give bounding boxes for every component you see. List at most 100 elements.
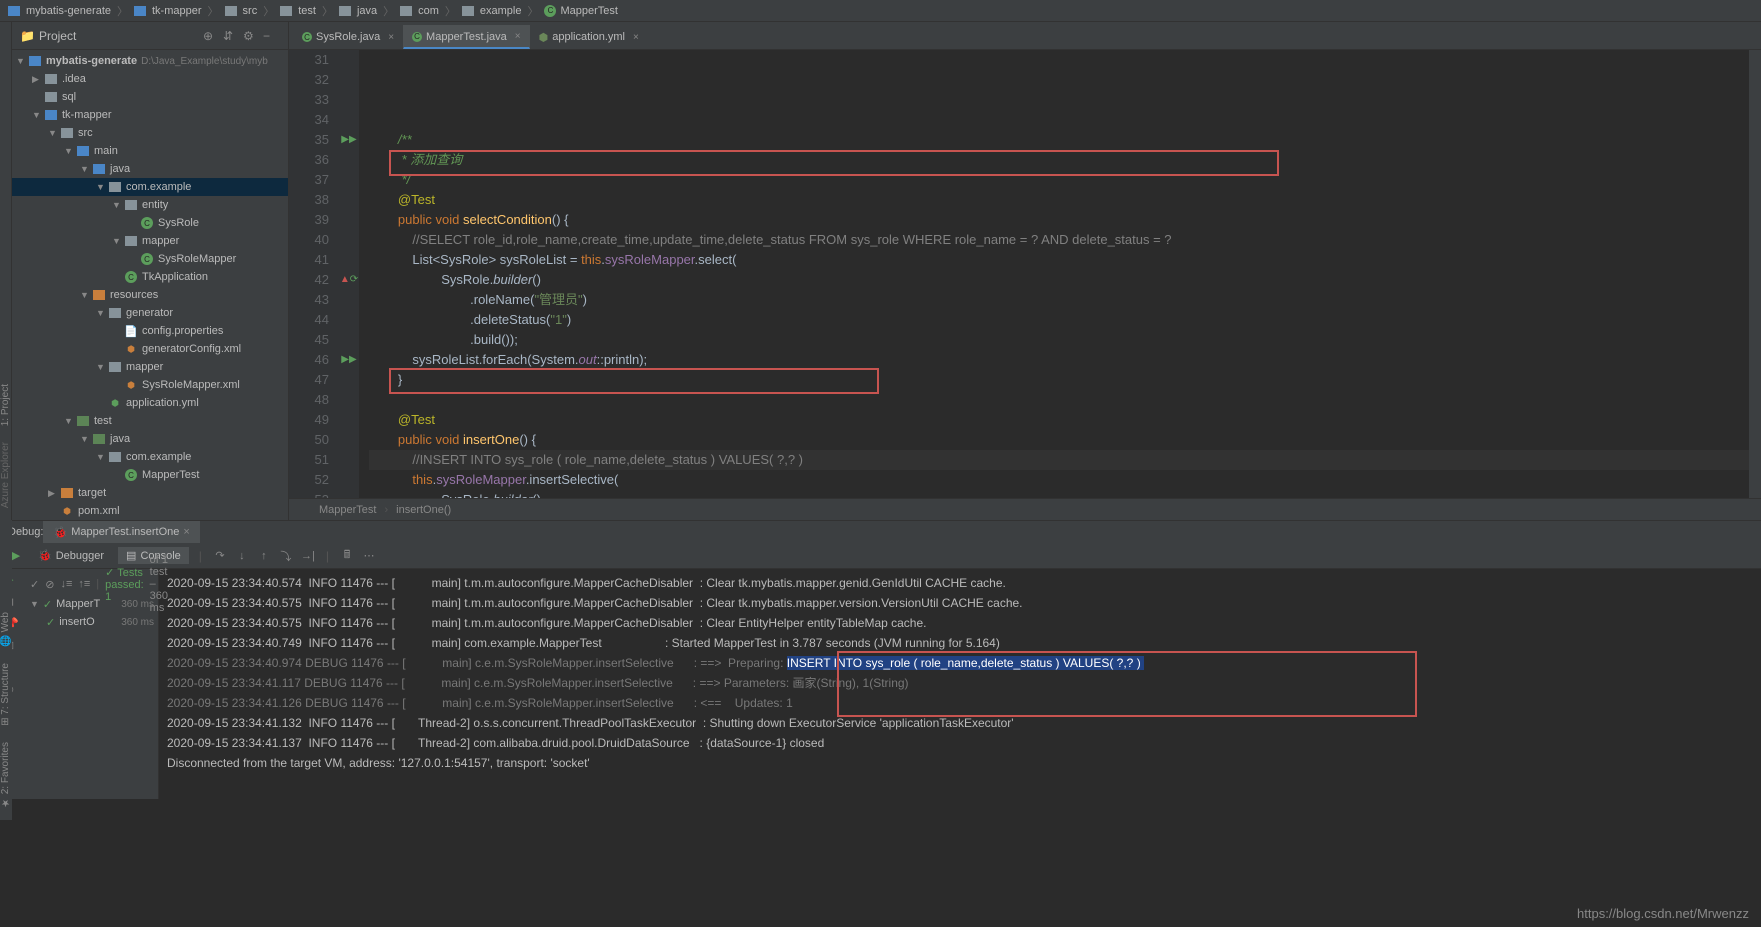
left-tool-tabs[interactable]: 1: Project Azure Explorer (0, 22, 12, 520)
editor-area: CSysRole.java×CMapperTest.java×⬢applicat… (289, 22, 1761, 520)
editor-body[interactable]: 3132333435363738394041424344454647484950… (289, 50, 1761, 498)
tree-item[interactable]: ▶.idea (12, 70, 288, 88)
tree-item[interactable]: ▼java (12, 160, 288, 178)
close-icon[interactable]: × (515, 31, 521, 42)
check-icon[interactable]: ✓ (30, 578, 39, 591)
tree-item[interactable]: ▼src (12, 124, 288, 142)
watermark: https://blog.csdn.net/Mrwenzz (1577, 906, 1749, 921)
step-into-icon[interactable]: ↓ (234, 548, 250, 564)
x-icon[interactable]: ⊘ (45, 578, 54, 591)
tree-item[interactable]: ▼mapper (12, 358, 288, 376)
test-item[interactable]: ✓insertO360 ms (28, 613, 154, 631)
editor-tab[interactable]: CMapperTest.java× (403, 25, 530, 49)
breadcrumb-item[interactable]: com (418, 5, 439, 17)
gear-icon[interactable]: ⚙ (243, 29, 257, 43)
eval-icon[interactable]: 🖩 (339, 548, 355, 564)
code-content[interactable]: /** * 添加查询 */ @Test public void selectCo… (359, 50, 1749, 498)
bug-icon: 🐞 (38, 549, 52, 562)
breadcrumb-item[interactable]: src (243, 5, 258, 17)
project-tool-tab[interactable]: 1: Project (0, 376, 11, 434)
tree-item[interactable]: ▶target (12, 484, 288, 502)
test-item[interactable]: ▼✓MapperT360 ms (28, 595, 154, 613)
tree-item[interactable]: ▼tk-mapper (12, 106, 288, 124)
tree-item[interactable]: ⬢application.yml (12, 394, 288, 412)
breadcrumb-item[interactable]: example (480, 5, 522, 17)
debug-title: Debug: (8, 526, 43, 538)
filter-icon[interactable]: ↓≡ (60, 578, 72, 590)
project-panel: 📁 Project ⊕ ⇵ ⚙ − ▼mybatis-generateD:\Ja… (12, 22, 289, 520)
close-icon[interactable]: × (183, 526, 189, 538)
tree-item[interactable]: 📄config.properties (12, 322, 288, 340)
breadcrumb-method[interactable]: insertOne() (396, 504, 451, 516)
tree-item[interactable]: ⬢SysRoleMapper.xml (12, 376, 288, 394)
favorites-tool-tab[interactable]: ★ 2: Favorites (0, 734, 12, 816)
console-line: 2020-09-15 23:34:40.575 INFO 11476 --- [… (167, 613, 1753, 633)
editor-scrollbar[interactable] (1749, 50, 1761, 498)
debugger-tab[interactable]: 🐞 Debugger (30, 547, 112, 564)
tree-item[interactable]: CSysRole (12, 214, 288, 232)
project-panel-header: 📁 Project ⊕ ⇵ ⚙ − (12, 22, 288, 50)
folder-icon: 📁 (20, 29, 35, 43)
tree-item[interactable]: ▼com.example (12, 178, 288, 196)
tree-item[interactable]: CTkApplication (12, 268, 288, 286)
tree-item[interactable]: ⬢pom.xml (12, 502, 288, 520)
hide-icon[interactable]: − (263, 29, 277, 43)
azure-tool-tab[interactable]: Azure Explorer (0, 434, 11, 516)
tree-item[interactable]: ▼entity (12, 196, 288, 214)
tests-passed-label: ✓ Tests passed: 1 (105, 566, 144, 603)
breadcrumb-item[interactable]: mybatis-generate (26, 5, 111, 17)
console-line: 2020-09-15 23:34:41.137 INFO 11476 --- [… (167, 733, 1753, 753)
breadcrumb-item[interactable]: test (298, 5, 316, 17)
project-tree[interactable]: ▼mybatis-generateD:\Java_Example\study\m… (12, 50, 288, 520)
step-over-icon[interactable]: ↷ (212, 548, 228, 564)
close-icon[interactable]: × (388, 32, 394, 43)
tree-item[interactable]: ▼resources (12, 286, 288, 304)
step-icon[interactable]: ⤵ (278, 548, 294, 564)
step-out-icon[interactable]: ↑ (256, 548, 272, 564)
collapse-icon[interactable]: ⇵ (223, 29, 237, 43)
structure-tool-tab[interactable]: ⊞ 7: Structure (0, 655, 12, 734)
bug-icon: 🐞 (53, 526, 67, 539)
tree-item[interactable]: ▼main (12, 142, 288, 160)
breadcrumb-item[interactable]: MapperTest (560, 5, 617, 17)
sort-icon[interactable]: ↑≡ (78, 578, 90, 590)
debug-header: Debug: 🐞 MapperTest.insertOne × (0, 521, 1761, 543)
console-line: 2020-09-15 23:34:40.575 INFO 11476 --- [… (167, 593, 1753, 613)
editor-tab[interactable]: ⬢application.yml× (530, 25, 648, 49)
tree-item[interactable]: ⬢generatorConfig.xml (12, 340, 288, 358)
tree-item[interactable]: ▼generator (12, 304, 288, 322)
debug-run-config[interactable]: 🐞 MapperTest.insertOne × (43, 521, 199, 543)
sync-icon[interactable]: ⊕ (203, 29, 217, 43)
left-tool-tabs-bottom[interactable]: 🌐 Web ⊞ 7: Structure ★ 2: Favorites (0, 520, 12, 820)
line-gutter: 3132333435363738394041424344454647484950… (289, 50, 339, 498)
console-line: 2020-09-15 23:34:41.132 INFO 11476 --- [… (167, 713, 1753, 733)
tree-item[interactable]: CSysRoleMapper (12, 250, 288, 268)
project-panel-title: Project (39, 29, 200, 43)
run-to-icon[interactable]: →| (300, 548, 316, 564)
tree-item[interactable]: ▼java (12, 430, 288, 448)
debug-panel: Debug: 🐞 MapperTest.insertOne × ▶ 🐞 Debu… (0, 520, 1761, 799)
console-line: 2020-09-15 23:34:40.974 DEBUG 11476 --- … (167, 653, 1753, 673)
gutter-icons[interactable]: ▶▶▲⟳▶▶ (339, 50, 359, 498)
more-icon[interactable]: ⋯ (361, 548, 377, 564)
tree-item[interactable]: ▼com.example (12, 448, 288, 466)
editor-tabs[interactable]: CSysRole.java×CMapperTest.java×⬢applicat… (289, 22, 1761, 50)
navigation-breadcrumb: mybatis-generate〉tk-mapper〉src〉test〉java… (0, 0, 1761, 22)
web-tool-tab[interactable]: 🌐 Web (0, 604, 12, 655)
breadcrumb-item[interactable]: tk-mapper (152, 5, 202, 17)
tree-item[interactable]: sql (12, 88, 288, 106)
console-output[interactable]: 2020-09-15 23:34:40.574 INFO 11476 --- [… (159, 569, 1761, 799)
tree-item[interactable]: ▼test (12, 412, 288, 430)
tree-item[interactable]: ▼mapper (12, 232, 288, 250)
tree-item[interactable]: CMapperTest (12, 466, 288, 484)
close-icon[interactable]: × (633, 32, 639, 43)
console-icon: ▤ (126, 549, 136, 562)
console-line: 2020-09-15 23:34:41.117 DEBUG 11476 --- … (167, 673, 1753, 693)
tree-root[interactable]: ▼mybatis-generateD:\Java_Example\study\m… (12, 52, 288, 70)
editor-tab[interactable]: CSysRole.java× (293, 25, 403, 49)
test-tree[interactable]: ✓ ⊘ ↓≡ ↑≡ | ✓ Tests passed: 1 of 1 test … (24, 569, 159, 799)
editor-breadcrumb[interactable]: MapperTest › insertOne() (289, 498, 1761, 520)
breadcrumb-class[interactable]: MapperTest (319, 504, 376, 516)
breadcrumb-item[interactable]: java (357, 5, 377, 17)
console-line: 2020-09-15 23:34:41.126 DEBUG 11476 --- … (167, 693, 1753, 713)
